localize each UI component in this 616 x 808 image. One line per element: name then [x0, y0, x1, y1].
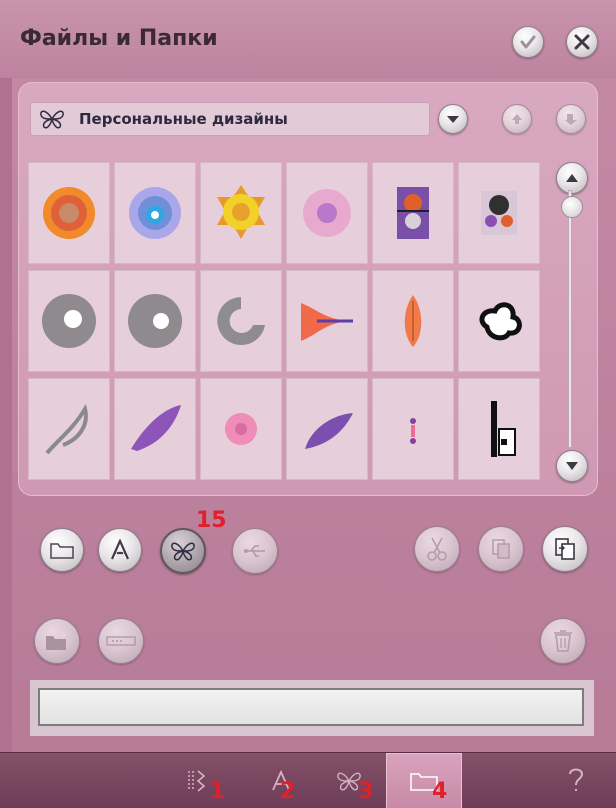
folder-name: Персональные дизайны — [79, 110, 288, 128]
design-thumbnail[interactable] — [200, 378, 282, 480]
design-thumbnail[interactable] — [114, 378, 196, 480]
annotation-1: 1 — [210, 779, 226, 804]
copy-button[interactable] — [478, 526, 524, 572]
taskbar: 1 2 3 4 — [0, 752, 616, 808]
designs-button[interactable] — [160, 528, 206, 574]
paste-button[interactable] — [542, 526, 588, 572]
purple-leaf-design — [305, 413, 353, 449]
design-thumbnail[interactable] — [286, 270, 368, 372]
design-thumbnail[interactable] — [200, 270, 282, 372]
design-thumbnail[interactable] — [28, 162, 110, 264]
grey-circle-monogram-design — [42, 294, 96, 348]
tab-files-folders[interactable] — [386, 753, 462, 808]
design-thumbnail[interactable] — [372, 378, 454, 480]
chevron-up-icon — [566, 174, 578, 182]
design-thumbnail[interactable] — [28, 378, 110, 480]
small-figure-design — [410, 418, 416, 444]
scrollbar-track[interactable] — [568, 190, 572, 448]
new-folder-icon — [46, 631, 68, 650]
blue-mandala-design — [129, 187, 181, 239]
design-thumbnail[interactable] — [114, 162, 196, 264]
scrollbar-thumb[interactable] — [561, 196, 583, 218]
grey-leaf-swirl-design — [45, 403, 88, 455]
butterfly-icon — [40, 110, 64, 129]
ok-button[interactable] — [512, 26, 544, 58]
design-thumbnail[interactable] — [28, 270, 110, 372]
orange-wing-design — [404, 295, 422, 347]
folder-up-button[interactable] — [502, 104, 532, 134]
checkmark-icon — [520, 35, 536, 49]
design-thumbnail[interactable] — [286, 378, 368, 480]
orange-wing-arrow-design — [301, 303, 353, 341]
letter-a-icon — [110, 539, 130, 560]
rename-icon — [106, 636, 136, 646]
butterfly-icon — [171, 542, 195, 561]
help-icon — [569, 768, 584, 791]
chevron-down-icon — [566, 462, 578, 470]
design-thumbnail[interactable] — [200, 162, 282, 264]
delete-button[interactable] — [540, 618, 586, 664]
fonts-button[interactable] — [98, 528, 142, 572]
design-thumbnail[interactable] — [372, 162, 454, 264]
design-thumbnail[interactable] — [458, 378, 540, 480]
design-thumbnail[interactable] — [458, 162, 540, 264]
help-button[interactable] — [556, 753, 596, 808]
filename-field[interactable] — [38, 688, 584, 726]
purple-lace-leaf-design — [131, 405, 181, 451]
colorful-ornament-design — [397, 187, 429, 239]
close-icon — [574, 34, 590, 50]
page-title: Файлы и Папки — [20, 26, 218, 51]
folder-selector[interactable]: Персональные дизайны — [30, 102, 430, 136]
scroll-down-button[interactable] — [556, 450, 588, 482]
cut-button[interactable] — [414, 526, 460, 572]
paste-icon — [555, 538, 575, 560]
design-thumbnail[interactable] — [458, 270, 540, 372]
scroll-up-button[interactable] — [556, 162, 588, 194]
black-cloud-design — [479, 302, 522, 341]
header: Файлы и Папки — [0, 0, 616, 78]
grey-circle-monogram-2-design — [128, 294, 182, 348]
annotation-2: 2 — [280, 779, 296, 804]
usb-button[interactable] — [232, 528, 278, 574]
folder-down-button[interactable] — [556, 104, 586, 134]
annotation-15: 15 — [196, 508, 227, 533]
design-thumbnail[interactable] — [286, 162, 368, 264]
app-window: Файлы и Папки Персональные дизайны 15 1 … — [0, 0, 616, 808]
pink-small-flower-design — [225, 413, 257, 445]
new-folder-button[interactable] — [40, 528, 84, 572]
folder-dropdown-button[interactable] — [438, 104, 468, 134]
folder-icon — [50, 543, 74, 559]
stitch-icon — [188, 770, 206, 792]
trash-icon — [554, 630, 572, 652]
copy-icon — [492, 539, 510, 559]
scissors-icon — [427, 537, 447, 561]
design-thumbnail[interactable] — [372, 270, 454, 372]
close-button[interactable] — [566, 26, 598, 58]
chevron-down-icon — [447, 116, 459, 123]
grey-arc-design — [217, 297, 265, 345]
usb-icon — [244, 545, 265, 557]
purple-ornament-design — [481, 191, 517, 235]
annotation-4: 4 — [432, 779, 448, 804]
arrow-down-icon — [565, 114, 577, 125]
orange-flower-design — [43, 187, 95, 239]
new-folder-add-button[interactable] — [34, 618, 80, 664]
yellow-star-flower-design — [217, 185, 265, 239]
arrow-up-icon — [512, 114, 522, 124]
rename-button[interactable] — [98, 618, 144, 664]
black-white-building-design — [491, 401, 516, 457]
annotation-3: 3 — [358, 779, 374, 804]
pink-flower-design — [303, 189, 351, 237]
left-edge — [0, 0, 12, 752]
design-thumbnail[interactable] — [114, 270, 196, 372]
